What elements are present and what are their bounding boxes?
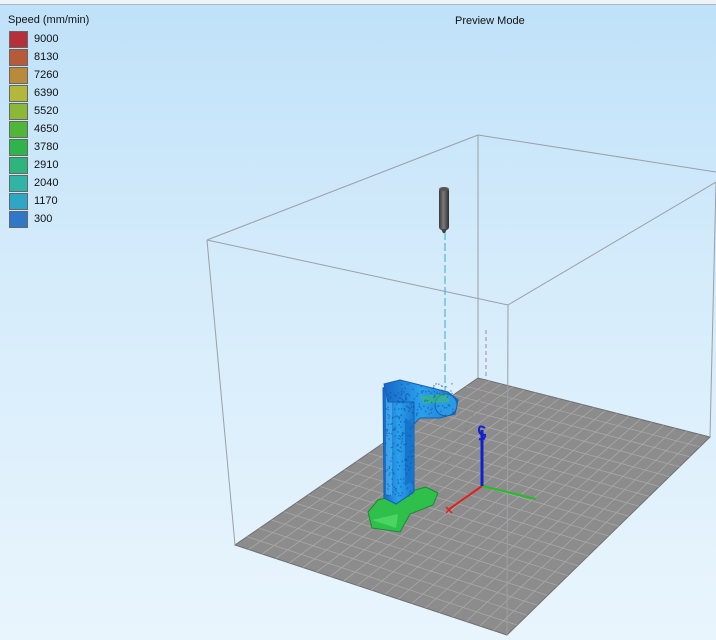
3d-viewport[interactable]: [0, 0, 716, 640]
nozzle-icon: [439, 187, 449, 233]
